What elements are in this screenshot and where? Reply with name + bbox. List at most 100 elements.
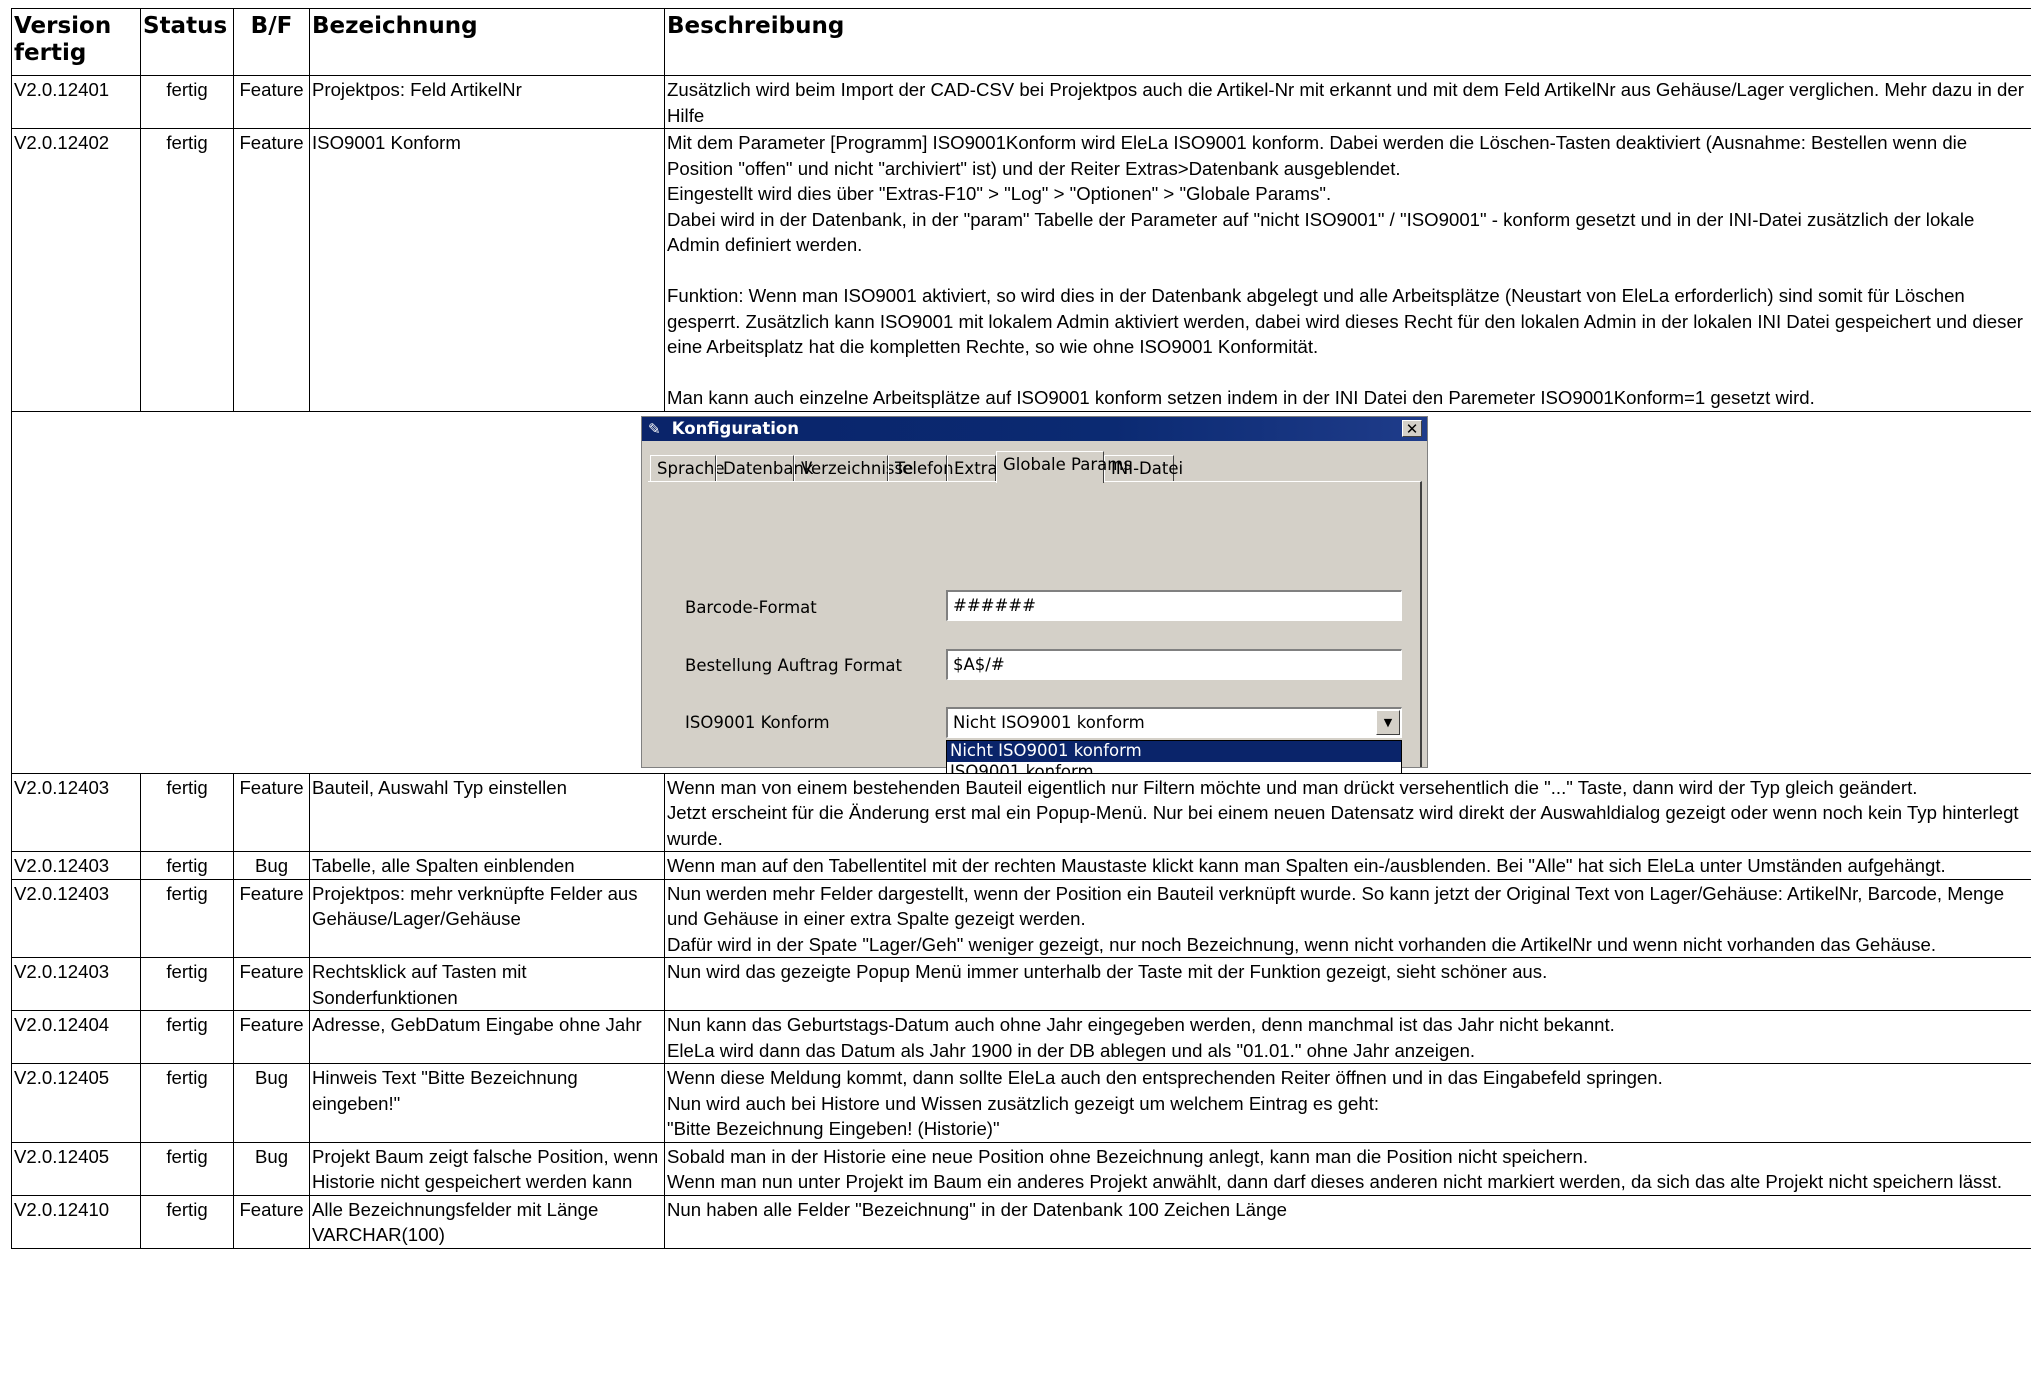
status-cell: fertig: [140, 75, 234, 129]
beschreibung-cell: Nun haben alle Felder "Bezeichnung" in d…: [664, 1194, 2031, 1249]
status-cell: fertig: [140, 957, 234, 1011]
description-line: EleLa wird dann das Datum als Jahr 1900 …: [667, 1039, 1476, 1061]
close-icon[interactable]: ✕: [1402, 419, 1422, 437]
table-row: V2.0.12403 fertig Bug Tabelle, alle Spalten…: [11, 851, 2031, 880]
description-line: Man kann auch einzelne Arbeitsplätze auf…: [667, 387, 1815, 408]
version-cell: V2.0.12410: [11, 1194, 141, 1249]
dropdown-option[interactable]: ISO9001 konform: [947, 762, 1401, 773]
app-icon: ✎: [648, 419, 661, 438]
bestellung-auftrag-format-input[interactable]: $A$/#: [946, 648, 1402, 680]
beschreibung-cell: Nun werden mehr Felder dargestellt, wenn…: [664, 878, 2031, 958]
description-line: Eingestellt wird dies über "Extras-F10" …: [667, 183, 1332, 204]
beschreibung-cell: Wenn diese Meldung kommt, dann sollte El…: [664, 1063, 2031, 1143]
tab-globale-params[interactable]: Globale Params: [996, 450, 1132, 483]
bezeichnung-cell: Hinweis Text "Bitte Bezeichnung eingeben…: [309, 1063, 665, 1143]
version-cell: V2.0.12403: [11, 957, 141, 1011]
bestellung-auftrag-format-label: Bestellung Auftrag Format: [685, 655, 902, 675]
description-line: Wenn man von einem bestehenden Bauteil e…: [667, 776, 1918, 798]
status-cell: fertig: [140, 1063, 234, 1143]
chevron-down-icon[interactable]: ▼: [1376, 709, 1400, 735]
version-cell: V2.0.12405: [11, 1063, 141, 1143]
version-cell: V2.0.12405: [11, 1141, 141, 1196]
description-line: Funktion: Wenn man ISO9001 aktiviert, so…: [667, 285, 2023, 357]
iso9001-konform-select[interactable]: Nicht ISO9001 konform ▼: [946, 706, 1402, 738]
version-cell: V2.0.12403: [11, 772, 141, 852]
bezeichnung-cell: Projekt Baum zeigt falsche Position, wen…: [309, 1141, 665, 1196]
bf-cell: Feature: [233, 878, 310, 958]
tab-telefon[interactable]: Telefon: [888, 454, 954, 481]
table-row: V2.0.12404 fertig Feature Adresse, GebDatum…: [11, 1010, 2031, 1064]
header-version: Version fertig: [11, 8, 141, 76]
status-cell: fertig: [140, 1141, 234, 1196]
version-cell: V2.0.12404: [11, 1010, 141, 1064]
description-line: Nun werden mehr Felder dargestellt, wenn…: [667, 882, 2005, 930]
description-line: Zusätzlich wird beim Import der CAD-CSV …: [667, 79, 2024, 126]
bezeichnung-cell: Projektpos: mehr verknüpfte Felder aus G…: [309, 878, 665, 958]
barcode-format-label: Barcode-Format: [685, 597, 817, 617]
bf-cell: Bug: [233, 1063, 310, 1143]
beschreibung-cell: Nun wird das gezeigte Popup Menü immer u…: [664, 957, 2031, 1011]
beschreibung-cell: Wenn man auf den Tabellentitel mit der r…: [664, 851, 2031, 880]
description-line: Jetzt erscheint für die Änderung erst ma…: [667, 802, 2019, 849]
barcode-format-input[interactable]: ######: [946, 589, 1402, 621]
table-row: V2.0.12403 fertig Feature Bauteil, Auswahl …: [11, 772, 2031, 852]
description-line: Wenn man nun unter Projekt im Baum ein a…: [667, 1171, 2002, 1192]
iso9001-konform-label: ISO9001 Konform: [685, 712, 830, 732]
tab-datenbank[interactable]: Datenbank: [716, 454, 814, 481]
tab-verzeichnisse[interactable]: Verzeichnisse: [794, 454, 913, 481]
bf-cell: Feature: [233, 1194, 310, 1249]
bezeichnung-cell: ISO9001 Konform: [309, 128, 665, 412]
bf-cell: Feature: [233, 1010, 310, 1064]
beschreibung-cell: Wenn man von einem bestehenden Bauteil e…: [664, 772, 2031, 852]
status-cell: fertig: [140, 851, 234, 880]
beschreibung-cell: Zusätzlich wird beim Import der CAD-CSV …: [664, 75, 2031, 129]
bezeichnung-cell: Tabelle, alle Spalten einblenden: [309, 851, 665, 880]
description-line: Sobald man in der Historie eine neue Pos…: [667, 1145, 1588, 1167]
table-row: V2.0.12402 fertig Feature ISO9001 Konform Mi…: [11, 128, 2031, 412]
description-line: "Bitte Bezeichnung Eingeben! (Historie)": [667, 1118, 1000, 1139]
header-status: Status: [140, 8, 234, 76]
config-dialog: ✎ Konfiguration ✕ Sprache Datenbank Verzei…: [641, 415, 1428, 772]
version-cell: V2.0.12403: [11, 851, 141, 880]
beschreibung-cell: Mit dem Parameter [Programm] ISO9001Konf…: [664, 128, 2031, 412]
description-line: Nun kann das Geburtstags-Datum auch ohne…: [667, 1014, 1615, 1035]
description-line: Wenn diese Meldung kommt, dann sollte El…: [667, 1067, 1663, 1088]
description-line: Dafür wird in der Spate "Lager/Geh" weni…: [667, 933, 1937, 955]
table-row: V2.0.12401 fertig Feature Projektpos: Feld …: [11, 75, 2031, 129]
changelog-body: V2.0.12401 fertig Feature Projektpos: Feld …: [11, 75, 2031, 1249]
description-line: [667, 258, 2029, 284]
barcode-format-value: ######: [953, 595, 1036, 615]
bezeichnung-cell: Adresse, GebDatum Eingabe ohne Jahr: [309, 1010, 665, 1064]
dialog-title: Konfiguration: [671, 418, 800, 438]
version-cell: V2.0.12402: [11, 128, 141, 412]
dialog-titlebar: ✎ Konfiguration ✕: [642, 416, 1427, 441]
description-line: Mit dem Parameter [Programm] ISO9001Konf…: [667, 132, 1968, 179]
header-beschreibung: Beschreibung: [664, 8, 2031, 76]
status-cell: fertig: [140, 878, 234, 958]
iso9001-dropdown-list: Nicht ISO9001 konformISO9001 konformISO9…: [946, 739, 1402, 773]
table-row: V2.0.12405 fertig Bug Projekt Baum zeigt fa…: [11, 1141, 2031, 1196]
version-cell: V2.0.12403: [11, 878, 141, 958]
iso9001-konform-value: Nicht ISO9001 konform: [953, 712, 1145, 732]
bf-cell: Feature: [233, 75, 310, 129]
bf-cell: Feature: [233, 957, 310, 1011]
description-line: Nun haben alle Felder "Bezeichnung" in d…: [667, 1198, 1287, 1220]
changelog-table: Version fertig Status B/F Bezeichnung Be…: [11, 8, 2031, 1249]
description-line: Dabei wird in der Datenbank, in der "par…: [667, 208, 1975, 256]
tab-extras[interactable]: Extras: [947, 454, 1006, 481]
table-row: V2.0.12403 fertig Feature Projektpos: mehr …: [11, 878, 2031, 958]
status-cell: fertig: [140, 1010, 234, 1064]
screenshot-cell: ✎ Konfiguration ✕ Sprache Datenbank Verzei…: [11, 410, 2031, 774]
description-line: Nun wird auch bei Histore und Wissen zus…: [667, 1092, 1380, 1114]
tab-sprache[interactable]: Sprache: [650, 454, 725, 481]
table-row: V2.0.12410 fertig Feature Alle Bezeichnungs…: [11, 1194, 2031, 1249]
version-cell: V2.0.12401: [11, 75, 141, 129]
header-row: Version fertig Status B/F Bezeichnung Be…: [11, 8, 2031, 76]
description-line: [667, 360, 2029, 386]
header-bezeichnung: Bezeichnung: [309, 8, 665, 76]
table-row: V2.0.12403 fertig Feature Rechtsklick auf T…: [11, 957, 2031, 1011]
bf-cell: Feature: [233, 128, 310, 412]
dropdown-option[interactable]: Nicht ISO9001 konform: [947, 740, 1401, 762]
bezeichnung-cell: Rechtsklick auf Tasten mit Sonderfunktio…: [309, 957, 665, 1011]
screenshot-row: ✎ Konfiguration ✕ Sprache Datenbank Verzei…: [11, 410, 2031, 774]
